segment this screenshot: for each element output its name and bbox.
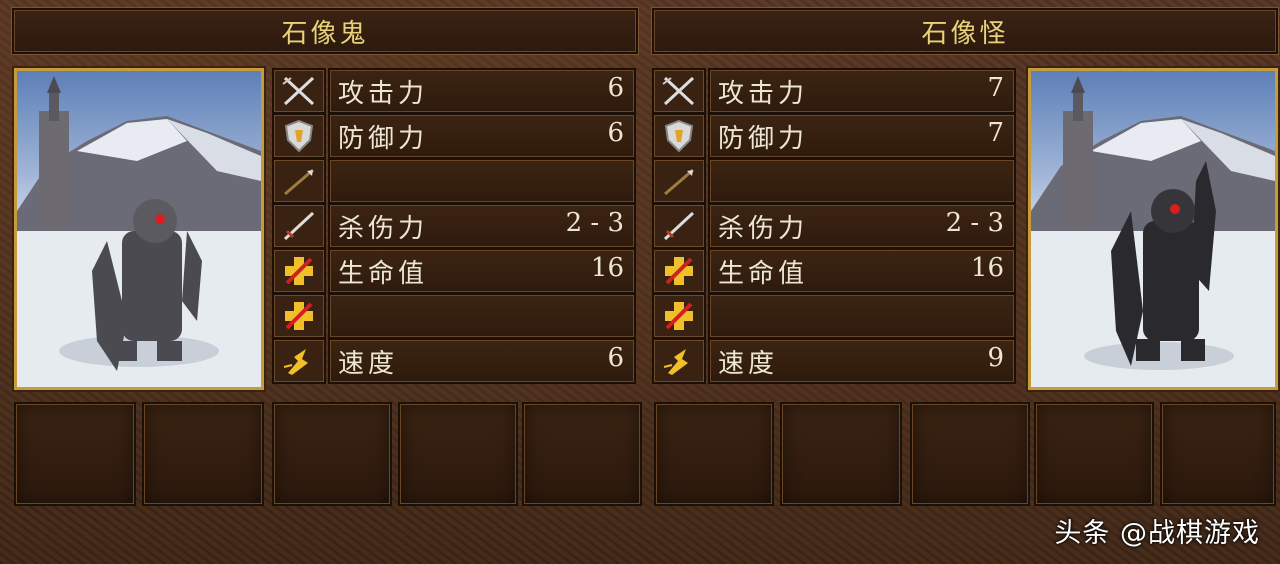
stat-box: 生命值 16: [328, 248, 636, 294]
health-cross-icon: [272, 293, 326, 339]
stat-label: 防御力: [338, 124, 429, 154]
stat-label: 攻击力: [718, 79, 809, 109]
stat-label: 生命值: [338, 259, 429, 289]
stat-label: 速度: [338, 349, 399, 379]
health-cross-icon: [272, 248, 326, 294]
stat-label: 杀伤力: [338, 214, 429, 244]
arrow-icon: [272, 158, 326, 204]
watermark: 头条 @战棋游戏: [1054, 518, 1260, 549]
artifact-slot[interactable]: [654, 402, 774, 506]
stat-box: [328, 158, 636, 204]
artifact-slot[interactable]: [272, 402, 392, 506]
right-unit-name: 石像怪: [921, 18, 1009, 49]
shield-icon: [272, 113, 326, 159]
left-stat-damage: 杀伤力 2 - 3: [272, 203, 636, 249]
stat-label: 杀伤力: [718, 214, 809, 244]
right-unit-portrait: [1028, 68, 1278, 390]
right-stat-health-remaining: [652, 293, 1016, 339]
stat-box: 防御力 7: [708, 113, 1016, 159]
left-unit-name: 石像鬼: [281, 18, 369, 49]
stat-box: 攻击力 7: [708, 68, 1016, 114]
stat-value: 16: [970, 253, 1004, 283]
stat-box: 生命值 16: [708, 248, 1016, 294]
stat-box: [328, 293, 636, 339]
stat-box: [708, 158, 1016, 204]
stat-box: 杀伤力 2 - 3: [328, 203, 636, 249]
artifact-slot[interactable]: [398, 402, 518, 506]
health-cross-icon: [652, 293, 706, 339]
left-stat-attack: 攻击力 6: [272, 68, 636, 114]
crossed-swords-icon: [652, 68, 706, 114]
right-stat-attack: 攻击力 7: [652, 68, 1016, 114]
left-stat-health-remaining: [272, 293, 636, 339]
sword-icon: [652, 203, 706, 249]
arrow-icon: [652, 158, 706, 204]
stat-value: 2 - 3: [565, 208, 624, 238]
left-stat-shots: [272, 158, 636, 204]
stat-box: 攻击力 6: [328, 68, 636, 114]
shield-icon: [652, 113, 706, 159]
stat-box: 杀伤力 2 - 3: [708, 203, 1016, 249]
stat-box: [708, 293, 1016, 339]
stat-label: 速度: [718, 349, 779, 379]
stat-value: 16: [590, 253, 624, 283]
artifact-slot[interactable]: [780, 402, 902, 506]
right-stat-shots: [652, 158, 1016, 204]
artifact-slot[interactable]: [142, 402, 264, 506]
left-stat-health: 生命值 16: [272, 248, 636, 294]
health-cross-icon: [652, 248, 706, 294]
stat-value: 6: [607, 343, 624, 373]
stat-value: 7: [987, 73, 1004, 103]
artifact-slot[interactable]: [522, 402, 642, 506]
stat-label: 防御力: [718, 124, 809, 154]
stat-box: 速度 6: [328, 338, 636, 384]
stat-value: 9: [987, 343, 1004, 373]
right-stat-health: 生命值 16: [652, 248, 1016, 294]
right-stat-damage: 杀伤力 2 - 3: [652, 203, 1016, 249]
artifact-slot[interactable]: [910, 402, 1030, 506]
stat-value: 6: [607, 73, 624, 103]
artifact-slot[interactable]: [1160, 402, 1276, 506]
stat-label: 生命值: [718, 259, 809, 289]
artifact-slot[interactable]: [14, 402, 136, 506]
right-stat-defense: 防御力 7: [652, 113, 1016, 159]
left-unit-title: 石像鬼: [12, 8, 638, 54]
crossed-swords-icon: [272, 68, 326, 114]
speed-icon: [272, 338, 326, 384]
stat-box: 防御力 6: [328, 113, 636, 159]
speed-icon: [652, 338, 706, 384]
stat-value: 2 - 3: [945, 208, 1004, 238]
stat-value: 6: [607, 118, 624, 148]
left-unit-portrait: [14, 68, 264, 390]
left-stat-defense: 防御力 6: [272, 113, 636, 159]
right-stat-speed: 速度 9: [652, 338, 1016, 384]
artifact-slot[interactable]: [1034, 402, 1154, 506]
left-stat-speed: 速度 6: [272, 338, 636, 384]
stat-label: 攻击力: [338, 79, 429, 109]
stat-value: 7: [987, 118, 1004, 148]
sword-icon: [272, 203, 326, 249]
stat-box: 速度 9: [708, 338, 1016, 384]
right-unit-title: 石像怪: [652, 8, 1278, 54]
